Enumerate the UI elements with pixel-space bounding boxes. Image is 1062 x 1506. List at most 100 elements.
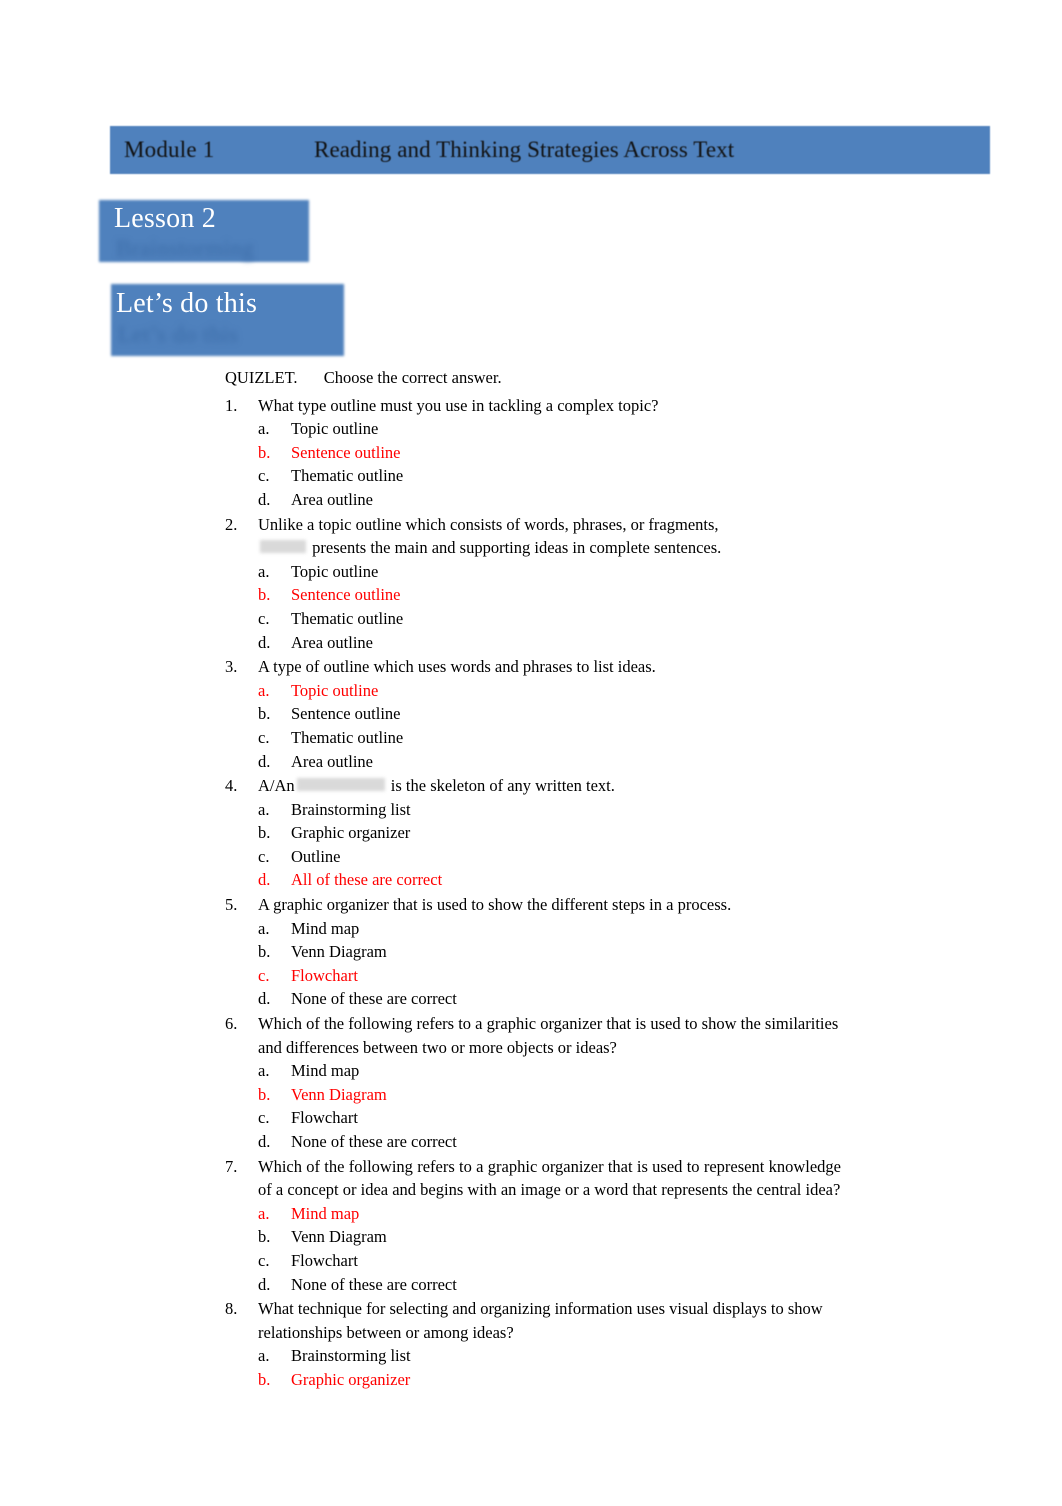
quiz-option-list: a. Topic outline b. Sentence outline c. Thema… <box>225 560 845 654</box>
quiz-option-letter: d. <box>258 1274 271 1294</box>
quiz-question-row: 3. A type of outline which uses words and… <box>225 655 845 679</box>
module-label: Module 1 <box>124 137 215 162</box>
quiz-option-label: Topic outline <box>291 561 379 581</box>
quiz-option-letter: b. <box>258 704 271 724</box>
quiz-intro: QUIZLET. Choose the correct answer. <box>225 366 845 390</box>
quiz-option-letter: b. <box>258 942 271 962</box>
quiz-item: 3. A type of outline which uses words and… <box>225 655 845 773</box>
quiz-option-list: a. Mind map b. Venn Diagram c. Flowchart d. Non… <box>225 1202 845 1296</box>
quiz-question-number: 4. <box>225 776 238 796</box>
quiz-option-label: Thematic outline <box>291 727 404 747</box>
quiz-option[interactable]: c. Flowchart <box>225 1249 845 1273</box>
quiz-option[interactable]: d. None of these are correct <box>225 1273 845 1297</box>
quiz-option-list: a. Brainstorming list b. Graphic organizer <box>225 1344 845 1391</box>
quiz-item: 7. Which of the following refers to a gra… <box>225 1155 845 1297</box>
quiz-option[interactable]: a. Mind map <box>225 917 845 941</box>
quiz-option[interactable]: b. Sentence outline <box>225 702 845 726</box>
quiz-question-text-part: Unlike a topic outline which consists of… <box>258 514 719 534</box>
module-title: Reading and Thinking Strategies Across T… <box>314 137 735 162</box>
quiz-option-letter: d. <box>258 489 271 509</box>
quiz-option-letter: c. <box>258 1250 270 1270</box>
quiz-item: 6. Which of the following refers to a gra… <box>225 1012 845 1154</box>
activity-subtitle-blurred: Let’s do this <box>118 322 239 347</box>
quiz-option-label: Flowchart <box>291 1108 358 1128</box>
quiz-question-text: What technique for selecting and organiz… <box>258 1299 823 1342</box>
quiz-option-letter: b. <box>258 585 271 605</box>
quiz-option-letter: c. <box>258 965 270 985</box>
quiz-option-label: Brainstorming list <box>291 799 411 819</box>
quiz-question-number: 6. <box>225 1014 238 1034</box>
quiz-option[interactable]: a. Mind map <box>225 1202 845 1226</box>
quiz-option[interactable]: d. Area outline <box>225 631 845 655</box>
quiz-intro-instruction: Choose the correct answer. <box>323 368 502 387</box>
quiz-option-letter: d. <box>258 870 271 890</box>
quiz-option-label: Mind map <box>291 918 360 938</box>
quiz-option-letter: b. <box>258 1369 271 1389</box>
quiz-option-label-correct: Topic outline <box>291 680 379 700</box>
quiz-option-letter: c. <box>258 608 270 628</box>
quiz-option[interactable]: b. Graphic organizer <box>225 1368 845 1392</box>
quiz-option-letter: c. <box>258 466 270 486</box>
quiz-option[interactable]: b. Venn Diagram <box>225 940 845 964</box>
quiz-question-text: Which of the following refers to a graph… <box>258 1156 841 1200</box>
module-header-banner: Module 1 Reading and Thinking Strategies… <box>110 126 990 174</box>
quiz-option-letter: a. <box>258 1061 270 1081</box>
quiz-option[interactable]: b. Sentence outline <box>225 441 845 465</box>
quiz-option[interactable]: c. Flowchart <box>225 1106 845 1130</box>
quiz-question-row: 1. What type outline must you use in tack… <box>225 394 845 418</box>
quiz-option-label: Topic outline <box>291 419 379 439</box>
quiz-option-label: Brainstorming list <box>291 1346 411 1366</box>
quiz-option-letter: b. <box>258 442 271 462</box>
quiz-item: 8. What technique for selecting and organ… <box>225 1297 845 1391</box>
quiz-option-label-correct: Sentence outline <box>291 442 401 462</box>
quiz-option[interactable]: a. Brainstorming list <box>225 798 845 822</box>
quiz-option[interactable]: c. Thematic outline <box>225 726 845 750</box>
quiz-option-list: a. Mind map b. Venn Diagram c. Flowchart d. Non… <box>225 1059 845 1153</box>
quiz-option[interactable]: c. Outline <box>225 845 845 869</box>
quiz-option-label: Outline <box>291 846 341 866</box>
quiz-option[interactable]: b. Sentence outline <box>225 583 845 607</box>
quiz-option-label: Venn Diagram <box>291 1227 387 1247</box>
quiz-option-label-correct: Mind map <box>291 1203 360 1223</box>
quiz-option[interactable]: d. None of these are correct <box>225 1130 845 1154</box>
quiz-question-text-part: A/An <box>258 776 295 796</box>
quiz-option[interactable]: b. Venn Diagram <box>225 1225 845 1249</box>
quiz-option[interactable]: d. Area outline <box>225 488 845 512</box>
quiz-question-text: Unlike a topic outline which consists of… <box>258 513 845 560</box>
quiz-option-list: a. Topic outline b. Sentence outline c. Thema… <box>225 679 845 773</box>
quiz-option[interactable]: a. Topic outline <box>225 417 845 441</box>
quiz-question-text: A/An is the skeleton of any written text… <box>258 774 845 798</box>
quiz-option-letter: a. <box>258 799 270 819</box>
quiz-option[interactable]: c. Flowchart <box>225 964 845 988</box>
quiz-option-label-correct: Graphic organizer <box>291 1369 411 1389</box>
quiz-option[interactable]: a. Topic outline <box>225 679 845 703</box>
quiz-option[interactable]: a. Mind map <box>225 1059 845 1083</box>
quiz-item: 5. A graphic organizer that is used to sh… <box>225 893 845 1011</box>
quiz-option-label: Sentence outline <box>291 704 401 724</box>
quiz-option-label-correct: Sentence outline <box>291 585 401 605</box>
quiz-option[interactable]: b. Venn Diagram <box>225 1083 845 1107</box>
quiz-option-label: Area outline <box>291 632 374 652</box>
quiz-question-text-part: is the skeleton of any written text. <box>386 776 615 796</box>
quiz-option[interactable]: a. Brainstorming list <box>225 1344 845 1368</box>
quiz-option[interactable]: c. Thematic outline <box>225 607 845 631</box>
quiz-option-label: Graphic organizer <box>291 823 411 843</box>
redacted-blank <box>260 540 306 554</box>
quiz-option[interactable]: c. Thematic outline <box>225 464 845 488</box>
quiz-option-label: None of these are correct <box>291 1274 457 1294</box>
quiz-body: QUIZLET. Choose the correct answer. 1. Wh… <box>225 366 845 1393</box>
quiz-option-letter: d. <box>258 751 271 771</box>
quiz-option[interactable]: d. Area outline <box>225 750 845 774</box>
quiz-question-number: 1. <box>225 395 238 415</box>
quiz-option-letter: b. <box>258 1227 271 1247</box>
quiz-option-letter: c. <box>258 1108 270 1128</box>
quiz-option[interactable]: d. None of these are correct <box>225 987 845 1011</box>
quiz-option[interactable]: a. Topic outline <box>225 560 845 584</box>
quiz-item-list: 1. What type outline must you use in tack… <box>225 394 845 1392</box>
quiz-question-text: A graphic organizer that is used to show… <box>258 895 732 915</box>
quiz-option[interactable]: d. All of these are correct <box>225 868 845 892</box>
quiz-question-number: 3. <box>225 657 238 677</box>
lesson-title: Lesson 2 <box>114 203 216 234</box>
quiz-option[interactable]: b. Graphic organizer <box>225 821 845 845</box>
activity-title: Let’s do this <box>116 288 258 319</box>
